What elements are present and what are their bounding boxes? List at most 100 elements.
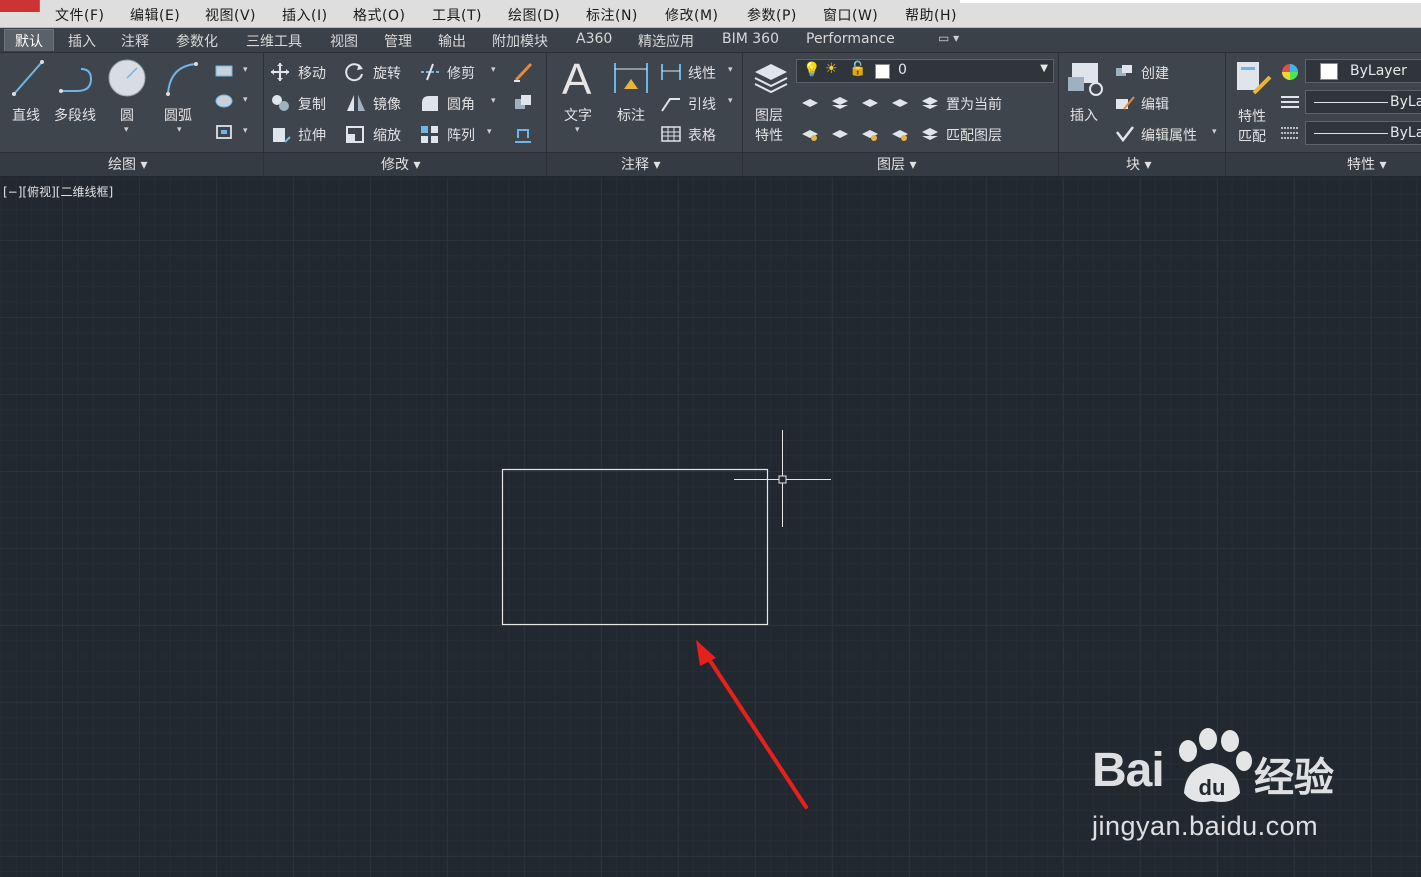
- tab-a360[interactable]: A360: [576, 31, 612, 47]
- menu-help[interactable]: 帮助(H): [905, 5, 957, 25]
- line-tool-label[interactable]: 直线: [12, 105, 40, 125]
- tab-default[interactable]: 默认: [4, 29, 54, 51]
- scale-icon[interactable]: [345, 124, 367, 144]
- edit-attribute-label[interactable]: 编辑属性: [1141, 125, 1197, 145]
- erase-icon[interactable]: [512, 61, 534, 83]
- chevron-down-icon[interactable]: ▾: [575, 125, 580, 135]
- scale-tool-label[interactable]: 缩放: [373, 125, 401, 145]
- edit-block-label[interactable]: 编辑: [1141, 94, 1169, 114]
- tab-bim360[interactable]: BIM 360: [722, 31, 779, 47]
- move-icon[interactable]: [270, 62, 290, 82]
- edit-attribute-icon[interactable]: [1114, 124, 1136, 144]
- app-logo[interactable]: [0, 0, 40, 12]
- chevron-down-icon[interactable]: ▾: [728, 65, 733, 75]
- layer-tools-row-2[interactable]: [800, 124, 920, 144]
- copy-tool-label[interactable]: 复制: [298, 94, 326, 114]
- tab-annotate[interactable]: 注释: [121, 31, 149, 51]
- copy-icon[interactable]: [270, 93, 292, 113]
- menu-format[interactable]: 格式(O): [353, 5, 405, 25]
- insert-block-icon[interactable]: [1066, 59, 1106, 99]
- mirror-icon[interactable]: [345, 93, 367, 113]
- chevron-down-icon[interactable]: ▾: [124, 125, 129, 135]
- tab-featured-apps[interactable]: 精选应用: [638, 31, 694, 51]
- layer-tools-row-1[interactable]: [800, 93, 920, 113]
- match-properties-label-2[interactable]: 匹配: [1238, 126, 1266, 146]
- layer-properties-label-2[interactable]: 特性: [755, 125, 783, 145]
- line-icon[interactable]: [8, 58, 48, 98]
- tab-insert[interactable]: 插入: [68, 31, 96, 51]
- dimension-tool-label[interactable]: 标注: [617, 105, 645, 125]
- match-layer-icon[interactable]: [920, 124, 940, 144]
- panel-title-properties[interactable]: 特性 ▾: [1347, 154, 1386, 174]
- panel-title-block[interactable]: 块 ▾: [1126, 154, 1151, 174]
- ribbon-toggle-icon[interactable]: ▭ ▾: [938, 31, 959, 45]
- lineweight-icon[interactable]: [1280, 124, 1300, 144]
- chevron-down-icon[interactable]: ▾: [243, 126, 248, 136]
- menu-modify[interactable]: 修改(M): [665, 5, 719, 25]
- rotate-icon[interactable]: [345, 62, 365, 82]
- menu-tools[interactable]: 工具(T): [432, 5, 482, 25]
- move-tool-label[interactable]: 移动: [298, 63, 326, 83]
- table-tool-label[interactable]: 表格: [688, 125, 716, 145]
- table-icon[interactable]: [660, 124, 682, 144]
- edit-block-icon[interactable]: [1114, 93, 1136, 113]
- match-properties-label-1[interactable]: 特性: [1238, 106, 1266, 126]
- insert-block-label[interactable]: 插入: [1070, 105, 1098, 125]
- hatch-icon[interactable]: [214, 93, 234, 109]
- menu-file[interactable]: 文件(F): [55, 5, 104, 25]
- chevron-down-icon[interactable]: ▾: [728, 96, 733, 106]
- linear-tool-label[interactable]: 线性: [688, 63, 716, 83]
- leader-tool-label[interactable]: 引线: [688, 94, 716, 114]
- circle-tool-label[interactable]: 圆: [120, 105, 134, 125]
- explode-icon[interactable]: [512, 93, 534, 113]
- offset-icon[interactable]: [512, 124, 534, 144]
- tab-manage[interactable]: 管理: [384, 31, 412, 51]
- layer-properties-label-1[interactable]: 图层: [755, 105, 783, 125]
- linear-dim-icon[interactable]: [660, 62, 682, 82]
- create-block-icon[interactable]: [1114, 62, 1136, 82]
- linetype-icon[interactable]: [1280, 93, 1300, 113]
- chevron-down-icon[interactable]: ▾: [1212, 127, 1217, 137]
- stretch-tool-label[interactable]: 拉伸: [298, 125, 326, 145]
- color-dropdown[interactable]: ByLayer: [1305, 59, 1421, 83]
- tab-performance[interactable]: Performance: [806, 31, 895, 47]
- leader-icon[interactable]: [660, 93, 682, 113]
- menu-window[interactable]: 窗口(W): [823, 5, 878, 25]
- rotate-tool-label[interactable]: 旋转: [373, 63, 401, 83]
- panel-title-modify[interactable]: 修改 ▾: [381, 154, 420, 174]
- trim-icon[interactable]: [419, 62, 441, 82]
- set-current-label[interactable]: 置为当前: [946, 94, 1002, 114]
- drawing-canvas[interactable]: [−][俯视][二维线框] Bai du 经验 jingyan.baidu.co…: [0, 177, 1421, 877]
- chevron-down-icon[interactable]: ▾: [491, 96, 496, 106]
- polyline-tool-label[interactable]: 多段线: [54, 105, 96, 125]
- panel-title-layers[interactable]: 图层 ▾: [877, 154, 916, 174]
- fillet-icon[interactable]: [419, 93, 441, 113]
- circle-icon[interactable]: [107, 58, 147, 98]
- chevron-down-icon[interactable]: ▾: [243, 65, 248, 75]
- match-layer-label[interactable]: 匹配图层: [946, 125, 1002, 145]
- arc-icon[interactable]: [162, 58, 202, 98]
- text-tool-label[interactable]: 文字: [564, 105, 592, 125]
- chevron-down-icon[interactable]: ▾: [177, 125, 182, 135]
- chevron-down-icon[interactable]: ▾: [487, 127, 492, 137]
- array-icon[interactable]: [419, 124, 441, 144]
- chevron-down-icon[interactable]: ▾: [491, 65, 496, 75]
- trim-tool-label[interactable]: 修剪: [447, 63, 475, 83]
- menu-view[interactable]: 视图(V): [205, 5, 256, 25]
- polyline-icon[interactable]: [57, 61, 101, 97]
- menu-edit[interactable]: 编辑(E): [130, 5, 180, 25]
- chevron-down-icon[interactable]: ▾: [243, 95, 248, 105]
- tab-3d-tools[interactable]: 三维工具: [246, 31, 302, 51]
- menu-dimension[interactable]: 标注(N): [586, 5, 638, 25]
- array-tool-label[interactable]: 阵列: [447, 125, 475, 145]
- panel-title-annotation[interactable]: 注释 ▾: [621, 154, 660, 174]
- arc-tool-label[interactable]: 圆弧: [164, 105, 192, 125]
- linetype-dropdown[interactable]: ByLa: [1305, 90, 1421, 114]
- tab-view[interactable]: 视图: [330, 31, 358, 51]
- stretch-icon[interactable]: [270, 124, 292, 144]
- create-block-label[interactable]: 创建: [1141, 63, 1169, 83]
- menu-draw[interactable]: 绘图(D): [508, 5, 560, 25]
- layer-dropdown[interactable]: 💡 ☀ 🔓 0 ▼: [796, 59, 1054, 83]
- set-current-icon[interactable]: [920, 93, 940, 113]
- color-wheel-icon[interactable]: [1280, 62, 1300, 82]
